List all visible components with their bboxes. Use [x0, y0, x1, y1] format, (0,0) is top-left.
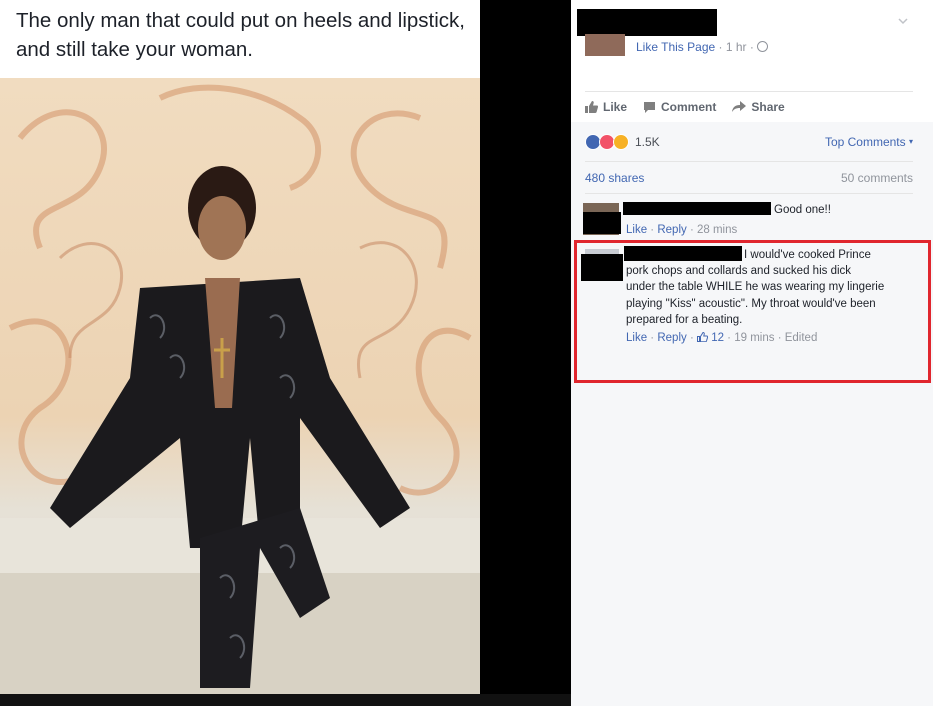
top-comments-dropdown[interactable]: Top Comments ▾: [825, 135, 913, 149]
share-arrow-icon: [732, 101, 747, 112]
comment-icon: [644, 102, 656, 113]
red-highlight-box: [574, 240, 931, 383]
post-image-area: The only man that could put on heels and…: [0, 0, 571, 706]
globe-icon: [757, 41, 769, 52]
page-avatar[interactable]: [585, 34, 625, 56]
redacted-avatar: [583, 212, 621, 234]
photo-illustration: [0, 84, 480, 694]
like-this-page-link[interactable]: Like This Page: [636, 40, 715, 54]
post-meta: Like This Page · 1 hr ·: [636, 40, 769, 54]
comment-like-link[interactable]: Like: [626, 224, 647, 236]
comment-text: Good one!!: [774, 204, 831, 216]
bottom-bar: [0, 694, 571, 706]
caption-box: The only man that could put on heels and…: [0, 0, 480, 78]
divider: [585, 193, 913, 194]
action-bar: Like Comment Share: [585, 98, 785, 116]
divider: [585, 161, 913, 162]
post-options-chevron-icon[interactable]: [898, 16, 908, 26]
reactions-summary[interactable]: 1.5K: [585, 134, 660, 150]
share-button[interactable]: Share: [732, 98, 785, 116]
reaction-count: 1.5K: [635, 135, 660, 149]
post-time[interactable]: 1 hr: [726, 40, 747, 54]
caret-down-icon: ▾: [908, 137, 913, 146]
haha-reaction-icon: [613, 134, 629, 150]
divider: [585, 91, 913, 92]
shares-count[interactable]: 480 shares: [585, 171, 644, 185]
redacted-page-name: [577, 9, 717, 36]
post-caption: The only man that could put on heels and…: [16, 9, 465, 61]
post-photo[interactable]: [0, 78, 480, 694]
redacted-commenter-name: [623, 202, 771, 215]
thumbs-up-icon: [585, 101, 598, 113]
comment-actions: Like · Reply · 28 mins: [626, 224, 738, 236]
comment-button[interactable]: Comment: [643, 98, 716, 116]
comments-count[interactable]: 50 comments: [841, 171, 913, 185]
like-button[interactable]: Like: [585, 98, 627, 116]
comment-reply-link[interactable]: Reply: [657, 224, 686, 236]
comment-time[interactable]: 28 mins: [697, 224, 737, 236]
post-panel: Like This Page · 1 hr · Like Comment Sha…: [571, 0, 933, 706]
